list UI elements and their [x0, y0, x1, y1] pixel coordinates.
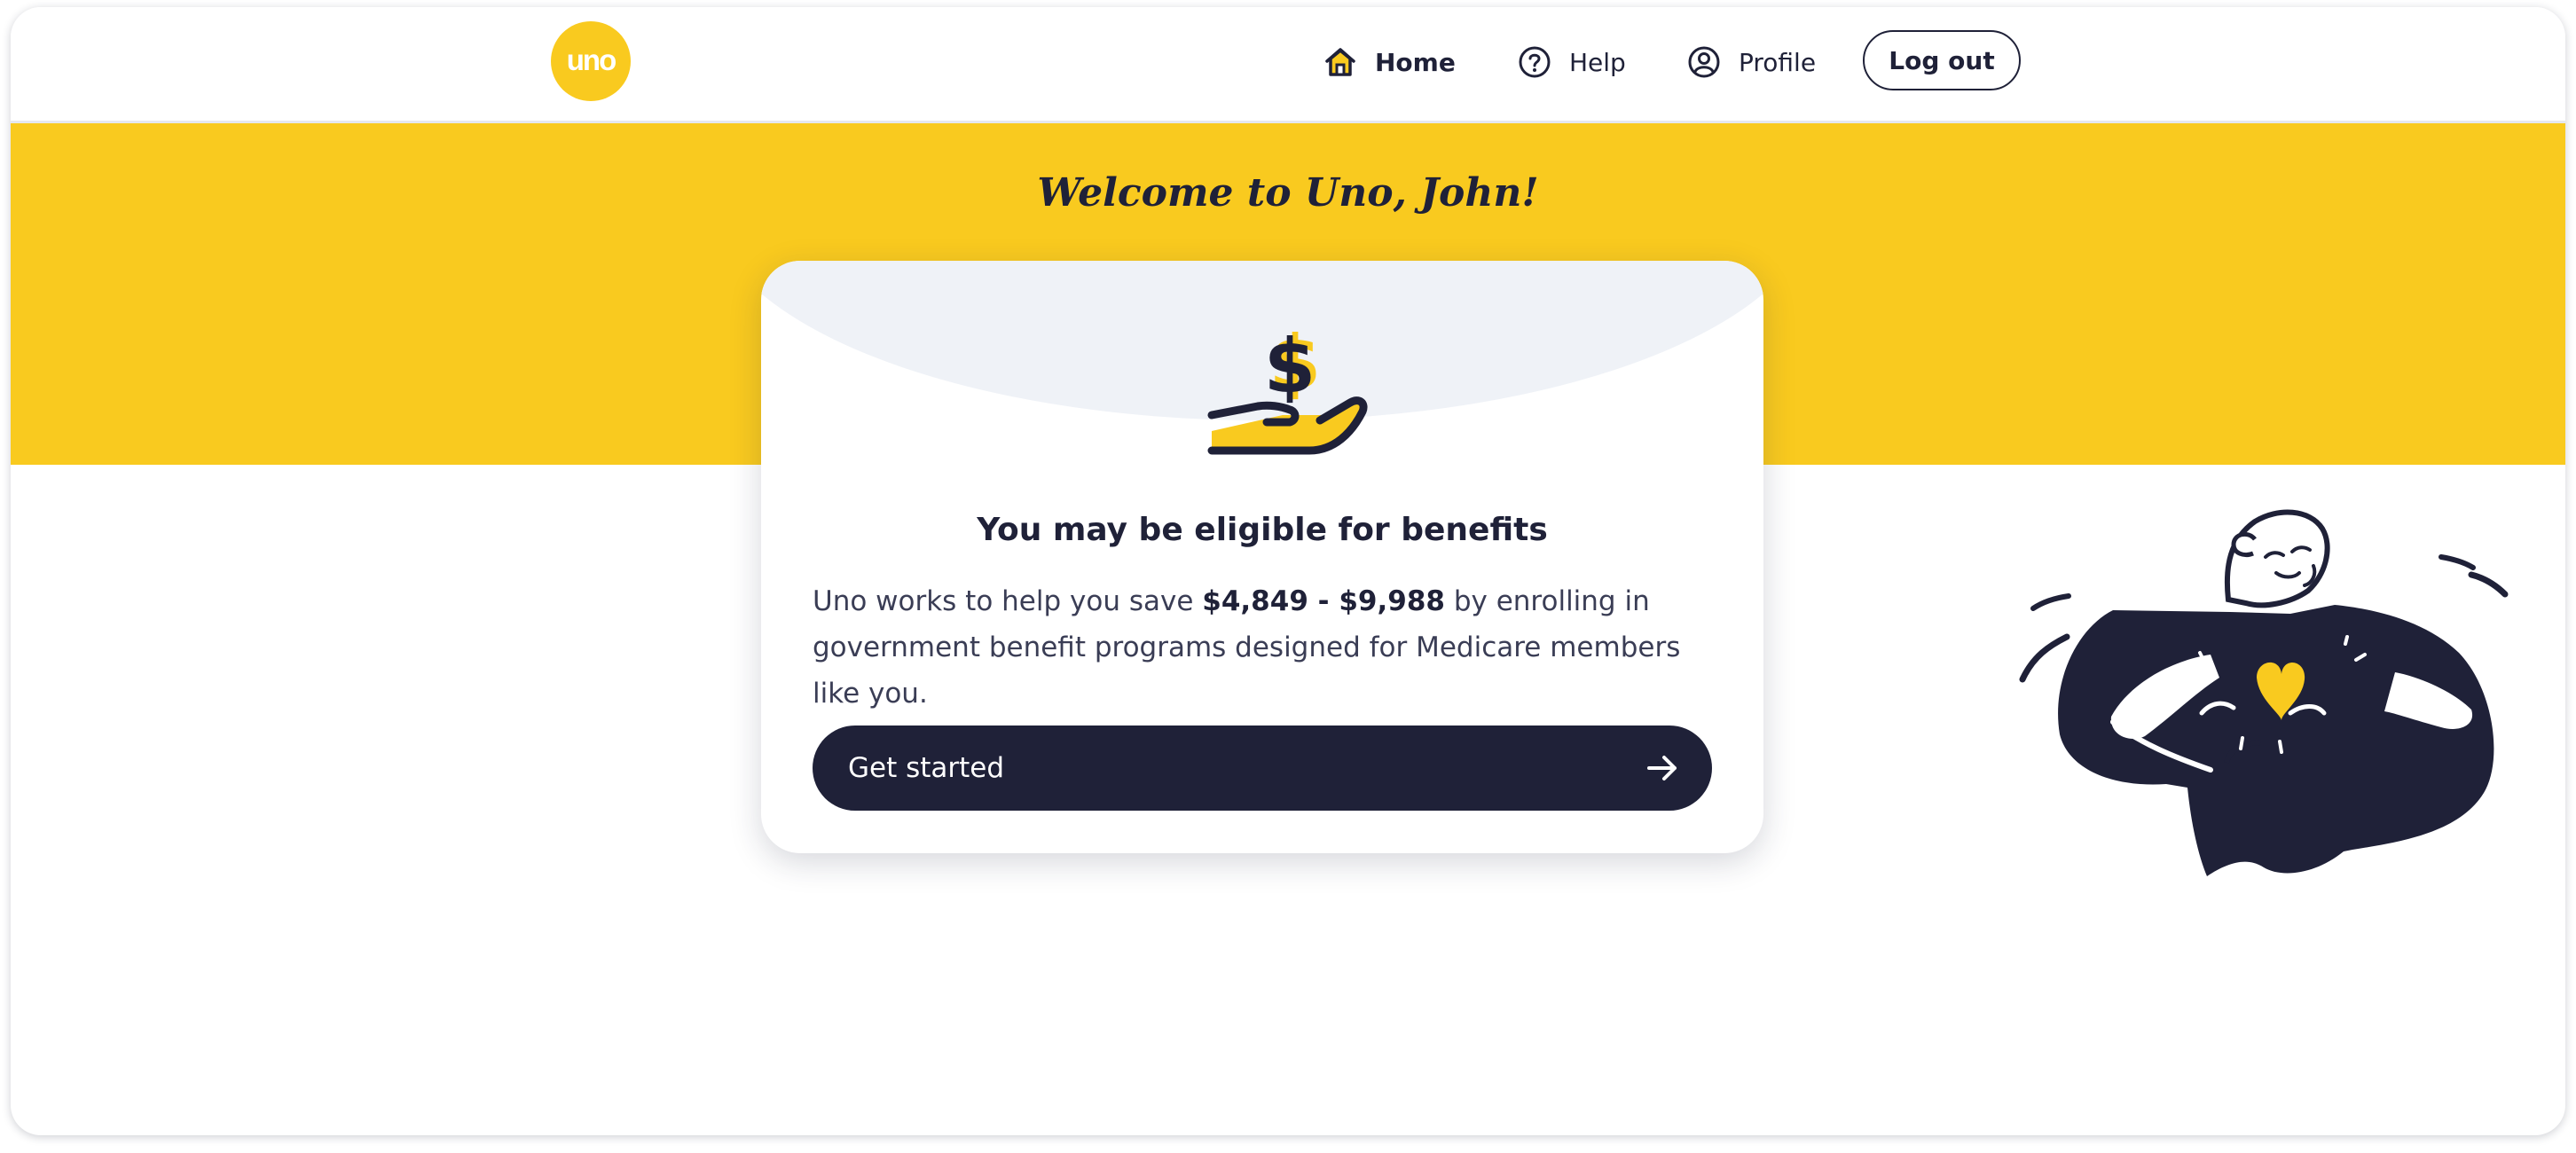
get-started-button[interactable]: Get started: [813, 726, 1712, 811]
savings-range: $4,849 - $9,988: [1202, 585, 1445, 617]
uno-logo[interactable]: uno: [551, 21, 631, 101]
nav-help-link[interactable]: Help: [1516, 43, 1626, 82]
nav-profile-link[interactable]: Profile: [1685, 43, 1816, 82]
card-description: Uno works to help you save $4,849 - $9,9…: [813, 578, 1726, 717]
arrow-right-icon: [1647, 756, 1677, 780]
help-icon: [1519, 46, 1551, 78]
home-icon: [1325, 48, 1355, 76]
logout-button[interactable]: Log out: [1863, 30, 2021, 90]
top-nav-bar: uno Home Help Profile Log out: [11, 7, 2565, 123]
nav-home-label: Home: [1375, 47, 1456, 77]
benefits-card: $ $ You may be eligible for benefits Uno…: [761, 261, 1763, 853]
app-window: uno Home Help Profile Log out Welcome to…: [11, 7, 2565, 1135]
welcome-heading: Welcome to Uno, John!: [1037, 170, 1539, 216]
logo-text: uno: [566, 43, 617, 76]
hand-dollar-icon: $ $: [1207, 319, 1368, 455]
nav-home-link[interactable]: Home: [1322, 43, 1456, 82]
profile-icon: [1688, 46, 1720, 78]
card-description-prefix: Uno works to help you save: [813, 585, 1203, 617]
get-started-label: Get started: [848, 752, 1005, 784]
nav-help-label: Help: [1569, 47, 1626, 77]
card-title: You may be eligible for benefits: [977, 512, 1548, 548]
svg-text:$: $: [1264, 323, 1315, 410]
person-heart-illustration: [2019, 509, 2509, 876]
nav-profile-label: Profile: [1739, 47, 1817, 77]
